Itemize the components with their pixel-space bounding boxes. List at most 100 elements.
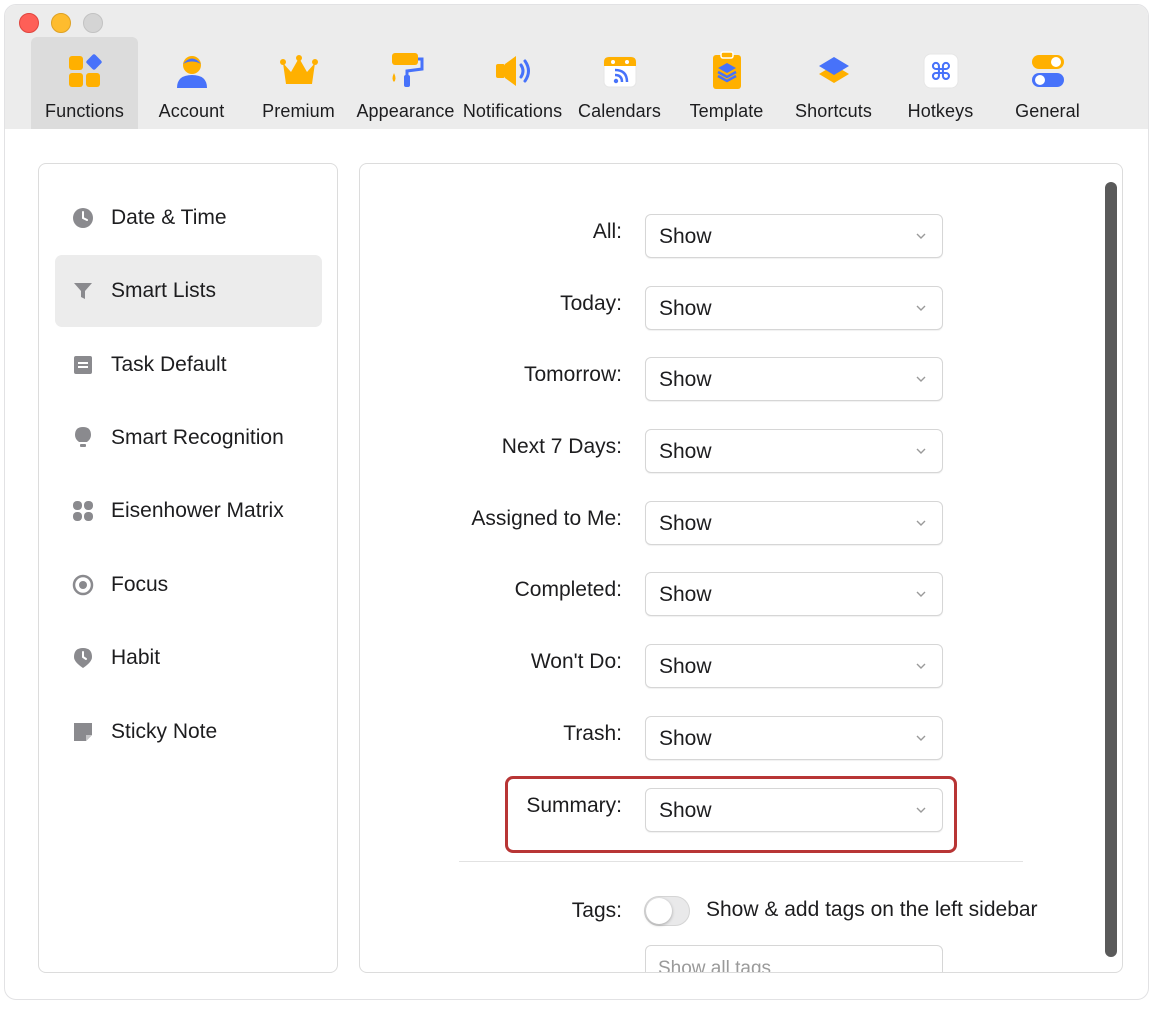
setting-row-today: Today: Show — [360, 286, 1060, 330]
chevron-down-icon — [916, 305, 926, 311]
completed-visibility-select[interactable]: Show — [645, 572, 943, 616]
tab-calendars[interactable]: Calendars — [566, 37, 673, 129]
filter-icon — [71, 279, 95, 303]
tags-sidebar-toggle[interactable] — [644, 896, 690, 926]
tags-toggle-description: Show & add tags on the left sidebar — [706, 898, 1038, 921]
tab-notifications[interactable]: Notifications — [459, 37, 566, 129]
smart-lists-settings-panel: All: Show Today: Show Tomorrow: Show Nex… — [359, 163, 1123, 973]
tab-label: Hotkeys — [907, 101, 974, 121]
calendar-icon — [600, 51, 640, 91]
sidebar-item-label: Habit — [111, 646, 161, 669]
select-value: Show — [659, 297, 712, 320]
sidebar-item-eisenhower-matrix[interactable]: Eisenhower Matrix — [55, 475, 322, 547]
sidebar-item-date-time[interactable]: Date & Time — [55, 182, 322, 254]
matrix-icon — [71, 499, 95, 523]
sidebar-item-sticky-note[interactable]: Sticky Note — [55, 696, 322, 768]
svg-text:⌘: ⌘ — [929, 58, 951, 86]
setting-label: Next 7 Days: — [501, 435, 622, 458]
lightbulb-icon — [71, 426, 95, 450]
chevron-down-icon — [916, 591, 926, 597]
select-value: Show — [659, 655, 712, 678]
tab-label: Notifications — [462, 101, 563, 121]
shortcuts-icon — [814, 51, 854, 91]
tags-display-input[interactable] — [658, 958, 928, 972]
sidebar-item-smart-lists[interactable]: Smart Lists — [55, 255, 322, 327]
select-value: Show — [659, 440, 712, 463]
trash-visibility-select[interactable]: Show — [645, 716, 943, 760]
chevron-down-icon — [916, 448, 926, 454]
setting-label: Assigned to Me: — [471, 507, 622, 530]
select-value: Show — [659, 727, 712, 750]
setting-label: All: — [592, 220, 622, 243]
sidebar-item-label: Focus — [111, 573, 169, 596]
tab-label: Premium — [262, 101, 335, 121]
section-divider — [459, 861, 1023, 862]
minimize-window-button[interactable] — [51, 13, 71, 33]
setting-row-next-7-days: Next 7 Days: Show — [360, 429, 1060, 473]
sidebar-item-label: Smart Lists — [111, 279, 217, 302]
sidebar-item-label: Smart Recognition — [111, 426, 284, 449]
setting-row-tomorrow: Tomorrow: Show — [360, 357, 1060, 401]
sticky-note-icon — [71, 720, 95, 744]
titlebar: Functions Account Premium Appearance Not… — [5, 5, 1148, 129]
tab-functions[interactable]: Functions — [31, 37, 138, 129]
sidebar-item-label: Task Default — [111, 353, 227, 376]
command-icon: ⌘ — [921, 51, 961, 91]
setting-label: Won't Do: — [530, 650, 622, 673]
tab-premium[interactable]: Premium — [245, 37, 352, 129]
close-window-button[interactable] — [19, 13, 39, 33]
assigned-to-me-visibility-select[interactable]: Show — [645, 501, 943, 545]
tab-appearance[interactable]: Appearance — [352, 37, 459, 129]
habit-icon — [71, 646, 95, 670]
tomorrow-visibility-select[interactable]: Show — [645, 357, 943, 401]
sidebar-item-task-default[interactable]: Task Default — [55, 329, 322, 401]
tab-label: Appearance — [356, 101, 455, 121]
chevron-down-icon — [916, 735, 926, 741]
preferences-toolbar: Functions Account Premium Appearance Not… — [31, 37, 1101, 129]
select-value: Show — [659, 583, 712, 606]
tab-hotkeys[interactable]: ⌘ Hotkeys — [887, 37, 994, 129]
wont-do-visibility-select[interactable]: Show — [645, 644, 943, 688]
task-default-icon — [71, 353, 95, 377]
setting-label: Completed: — [514, 578, 622, 601]
zoom-window-button[interactable] — [83, 13, 103, 33]
next-7-days-visibility-select[interactable]: Show — [645, 429, 943, 473]
chevron-down-icon — [916, 376, 926, 382]
scrollbar-thumb[interactable] — [1105, 182, 1117, 957]
tab-label: Shortcuts — [795, 101, 872, 121]
sidebar-item-focus[interactable]: Focus — [55, 549, 322, 621]
tab-shortcuts[interactable]: Shortcuts — [780, 37, 887, 129]
today-visibility-select[interactable]: Show — [645, 286, 943, 330]
crown-icon — [279, 51, 319, 91]
setting-row-all: All: Show — [360, 214, 1060, 258]
setting-row-trash: Trash: Show — [360, 716, 1060, 760]
tab-general[interactable]: General — [994, 37, 1101, 129]
tab-template[interactable]: Template — [673, 37, 780, 129]
template-icon — [707, 51, 747, 91]
functions-icon — [65, 51, 105, 91]
account-icon — [172, 51, 212, 91]
select-value: Show — [659, 225, 712, 248]
all-visibility-select[interactable]: Show — [645, 214, 943, 258]
select-value: Show — [659, 368, 712, 391]
setting-row-wont-do: Won't Do: Show — [360, 644, 1060, 688]
sidebar-item-label: Eisenhower Matrix — [111, 499, 284, 522]
tab-label: Account — [158, 101, 225, 121]
tab-label: General — [1015, 101, 1080, 121]
tags-display-select[interactable] — [645, 945, 943, 972]
setting-label: Tomorrow: — [523, 363, 622, 386]
sidebar-item-label: Sticky Note — [111, 720, 218, 743]
summary-highlight-box — [505, 776, 957, 853]
setting-row-completed: Completed: Show — [360, 572, 1060, 616]
setting-label: Trash: — [563, 722, 622, 745]
sidebar-item-smart-recognition[interactable]: Smart Recognition — [55, 402, 322, 474]
sidebar-item-habit[interactable]: Habit — [55, 622, 322, 694]
sidebar-item-label: Date & Time — [111, 206, 227, 229]
tab-account[interactable]: Account — [138, 37, 245, 129]
preferences-window: Functions Account Premium Appearance Not… — [4, 4, 1149, 1000]
chevron-down-icon — [916, 233, 926, 239]
chevron-down-icon — [916, 663, 926, 669]
toggle-icon — [1028, 51, 1068, 91]
chevron-down-icon — [916, 520, 926, 526]
setting-label: Today: — [560, 292, 622, 315]
